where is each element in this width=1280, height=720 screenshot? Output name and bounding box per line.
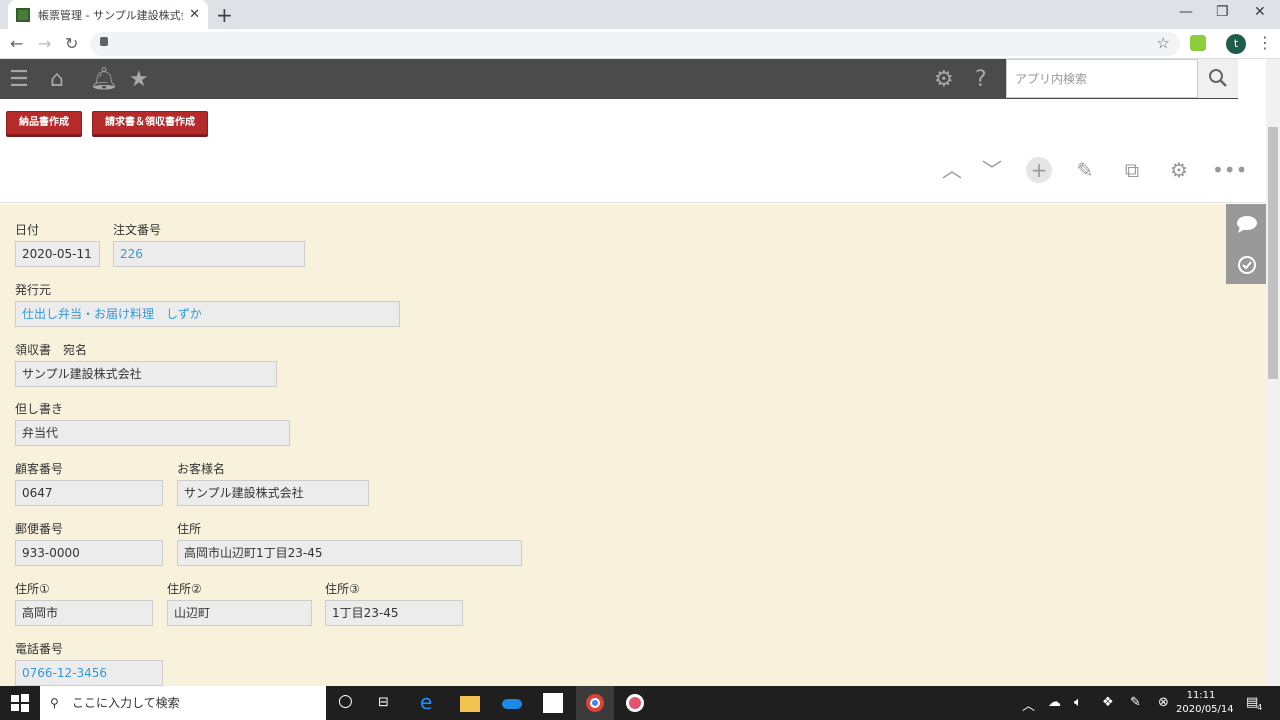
page-scrollbar[interactable] — [1266, 59, 1280, 686]
help-icon[interactable]: ? — [975, 67, 987, 92]
address1-field: 高岡市 — [15, 600, 153, 626]
duplicate-icon[interactable]: ⧉ — [1119, 157, 1145, 183]
receipt-addressee-field: サンプル建設株式会社 — [15, 361, 277, 387]
record-toolbar: 納品書作成 請求書＆領収書作成 ︿ ﹀ + ✎ ⧉ ⚙ ••• — [0, 99, 1266, 203]
network-disconnected-icon[interactable]: ⊗ — [1158, 695, 1169, 710]
search-button[interactable] — [1198, 59, 1238, 98]
issuer-label: 発行元 — [15, 283, 52, 297]
address2-label: 住所② — [167, 582, 202, 596]
zip-code-field: 933-0000 — [15, 540, 163, 566]
onedrive-icon[interactable] — [502, 699, 522, 709]
next-record-icon[interactable]: ﹀ — [979, 157, 1005, 183]
task-view-icon[interactable]: ⊟ — [378, 695, 389, 710]
back-arrow-icon[interactable]: ← — [10, 34, 23, 53]
tab-title: 帳票管理 - サンプル建設株式会社 — [38, 8, 183, 22]
notification-bell-icon[interactable]: 🔔︎ — [90, 67, 118, 92]
edge-icon[interactable]: e — [420, 690, 440, 714]
address1-label: 住所① — [15, 582, 50, 596]
dropbox-tray-icon[interactable]: ❖ — [1102, 695, 1114, 710]
profile-avatar[interactable]: t — [1226, 34, 1246, 54]
proviso-field: 弁当代 — [15, 420, 290, 446]
minimize-button[interactable]: — — [1179, 4, 1193, 20]
taskbar-search-icon: ⚲ — [50, 696, 59, 710]
address-bar[interactable]: ☆ — [90, 32, 1180, 56]
customer-number-field: 0647 — [15, 480, 163, 506]
address3-label: 住所③ — [325, 582, 360, 596]
browser-tabstrip: 帳票管理 - サンプル建設株式会社 ✕ + — ❐ ✕ — [0, 0, 1280, 29]
settings-gear-icon[interactable]: ⚙ — [934, 67, 954, 92]
address-label: 住所 — [177, 522, 202, 536]
phone-link[interactable]: 0766-12-3456 — [15, 660, 163, 686]
clock-date: 2020/05/14 — [1176, 704, 1234, 715]
restore-button[interactable]: ❐ — [1216, 4, 1229, 20]
windows-start-icon[interactable] — [10, 693, 30, 713]
app-search-input[interactable] — [1006, 59, 1198, 98]
comment-icon[interactable] — [1236, 214, 1258, 234]
cortana-icon[interactable]: ○ — [338, 691, 353, 711]
app-header: ☰ ⌂ 🔔︎ ★ ⚙ ? — [0, 59, 1238, 99]
chrome-icon — [586, 694, 604, 712]
date-label: 日付 — [15, 223, 40, 237]
show-hidden-icons[interactable]: ︿ — [1022, 695, 1035, 714]
pen-icon[interactable]: ✎ — [1130, 695, 1141, 710]
app-favicon-icon — [16, 7, 30, 22]
customer-name-field: サンプル建設株式会社 — [177, 480, 369, 506]
search-icon — [1209, 69, 1227, 87]
browser-menu-icon[interactable]: ⋮ — [1257, 33, 1273, 52]
history-icon[interactable] — [1236, 254, 1258, 276]
receipt-addressee-label: 領収書 宛名 — [15, 343, 88, 357]
cloud-icon[interactable]: ☁ — [1048, 695, 1061, 710]
more-options-icon[interactable]: ••• — [1212, 157, 1247, 183]
add-record-icon[interactable]: + — [1026, 157, 1052, 183]
create-invoice-receipt-button[interactable]: 請求書＆領収書作成 — [92, 111, 208, 135]
address-field: 高岡市山辺町1丁目23-45 — [177, 540, 522, 566]
itunes-icon[interactable] — [625, 693, 645, 713]
proviso-label: 但し書き — [15, 402, 64, 416]
bookmark-star-icon[interactable]: ☆ — [1157, 34, 1170, 52]
date-field: 2020-05-11 — [15, 241, 100, 267]
volume-icon[interactable]: 🔈︎ — [1074, 695, 1082, 710]
reload-icon[interactable]: ↻ — [65, 34, 78, 53]
favorites-star-icon[interactable]: ★ — [129, 67, 149, 92]
clock-time: 11:11 — [1186, 690, 1216, 701]
record-form: 日付 2020-05-11 注文番号 226 発行元 仕出し弁当・お届け料理 し… — [0, 204, 1266, 686]
file-explorer-icon[interactable] — [460, 696, 480, 712]
order-number-link[interactable]: 226 — [113, 241, 305, 267]
address2-field: 山辺町 — [167, 600, 312, 626]
extension-icon[interactable] — [1190, 35, 1206, 51]
browser-toolbar: ← → ↻ ☆ — [0, 29, 1280, 59]
system-clock[interactable]: 11:11 2020/05/14 — [1176, 689, 1234, 717]
taskbar-search[interactable]: ⚲ ここに入力して検索 — [40, 686, 326, 720]
hamburger-menu-icon[interactable]: ☰ — [9, 67, 29, 92]
side-panel — [1226, 204, 1266, 284]
tab-close-icon[interactable]: ✕ — [189, 7, 200, 22]
new-tab-button[interactable]: + — [216, 3, 233, 27]
customer-name-label: お客様名 — [177, 462, 226, 476]
scrollbar-thumb[interactable] — [1268, 127, 1278, 379]
create-delivery-note-button[interactable]: 納品書作成 — [6, 111, 82, 135]
notification-count-badge: 4 — [1257, 703, 1263, 712]
customer-number-label: 顧客番号 — [15, 462, 64, 476]
taskbar-search-text: ここに入力して検索 — [72, 696, 180, 710]
windows-taskbar: ⚲ ここに入力して検索 ○ ⊟ e ︿ ☁ 🔈︎ ❖ ✎ ⊗ 11:11 202… — [0, 686, 1280, 720]
issuer-link[interactable]: 仕出し弁当・お届け料理 しずか — [15, 301, 400, 327]
home-icon[interactable]: ⌂ — [50, 67, 64, 92]
browser-tab[interactable]: 帳票管理 - サンプル建設株式会社 ✕ — [8, 0, 208, 29]
edit-icon[interactable]: ✎ — [1072, 157, 1098, 183]
phone-label: 電話番号 — [15, 642, 64, 656]
address3-field: 1丁目23-45 — [325, 600, 463, 626]
lock-icon — [100, 37, 108, 46]
previous-record-icon[interactable]: ︿ — [939, 157, 965, 183]
record-settings-gear-icon[interactable]: ⚙ — [1166, 157, 1192, 183]
zip-code-label: 郵便番号 — [15, 522, 64, 536]
forward-arrow-icon[interactable]: → — [38, 34, 51, 53]
window-close-button[interactable]: ✕ — [1254, 4, 1266, 20]
dropbox-icon[interactable] — [543, 693, 563, 713]
order-number-label: 注文番号 — [113, 223, 162, 237]
